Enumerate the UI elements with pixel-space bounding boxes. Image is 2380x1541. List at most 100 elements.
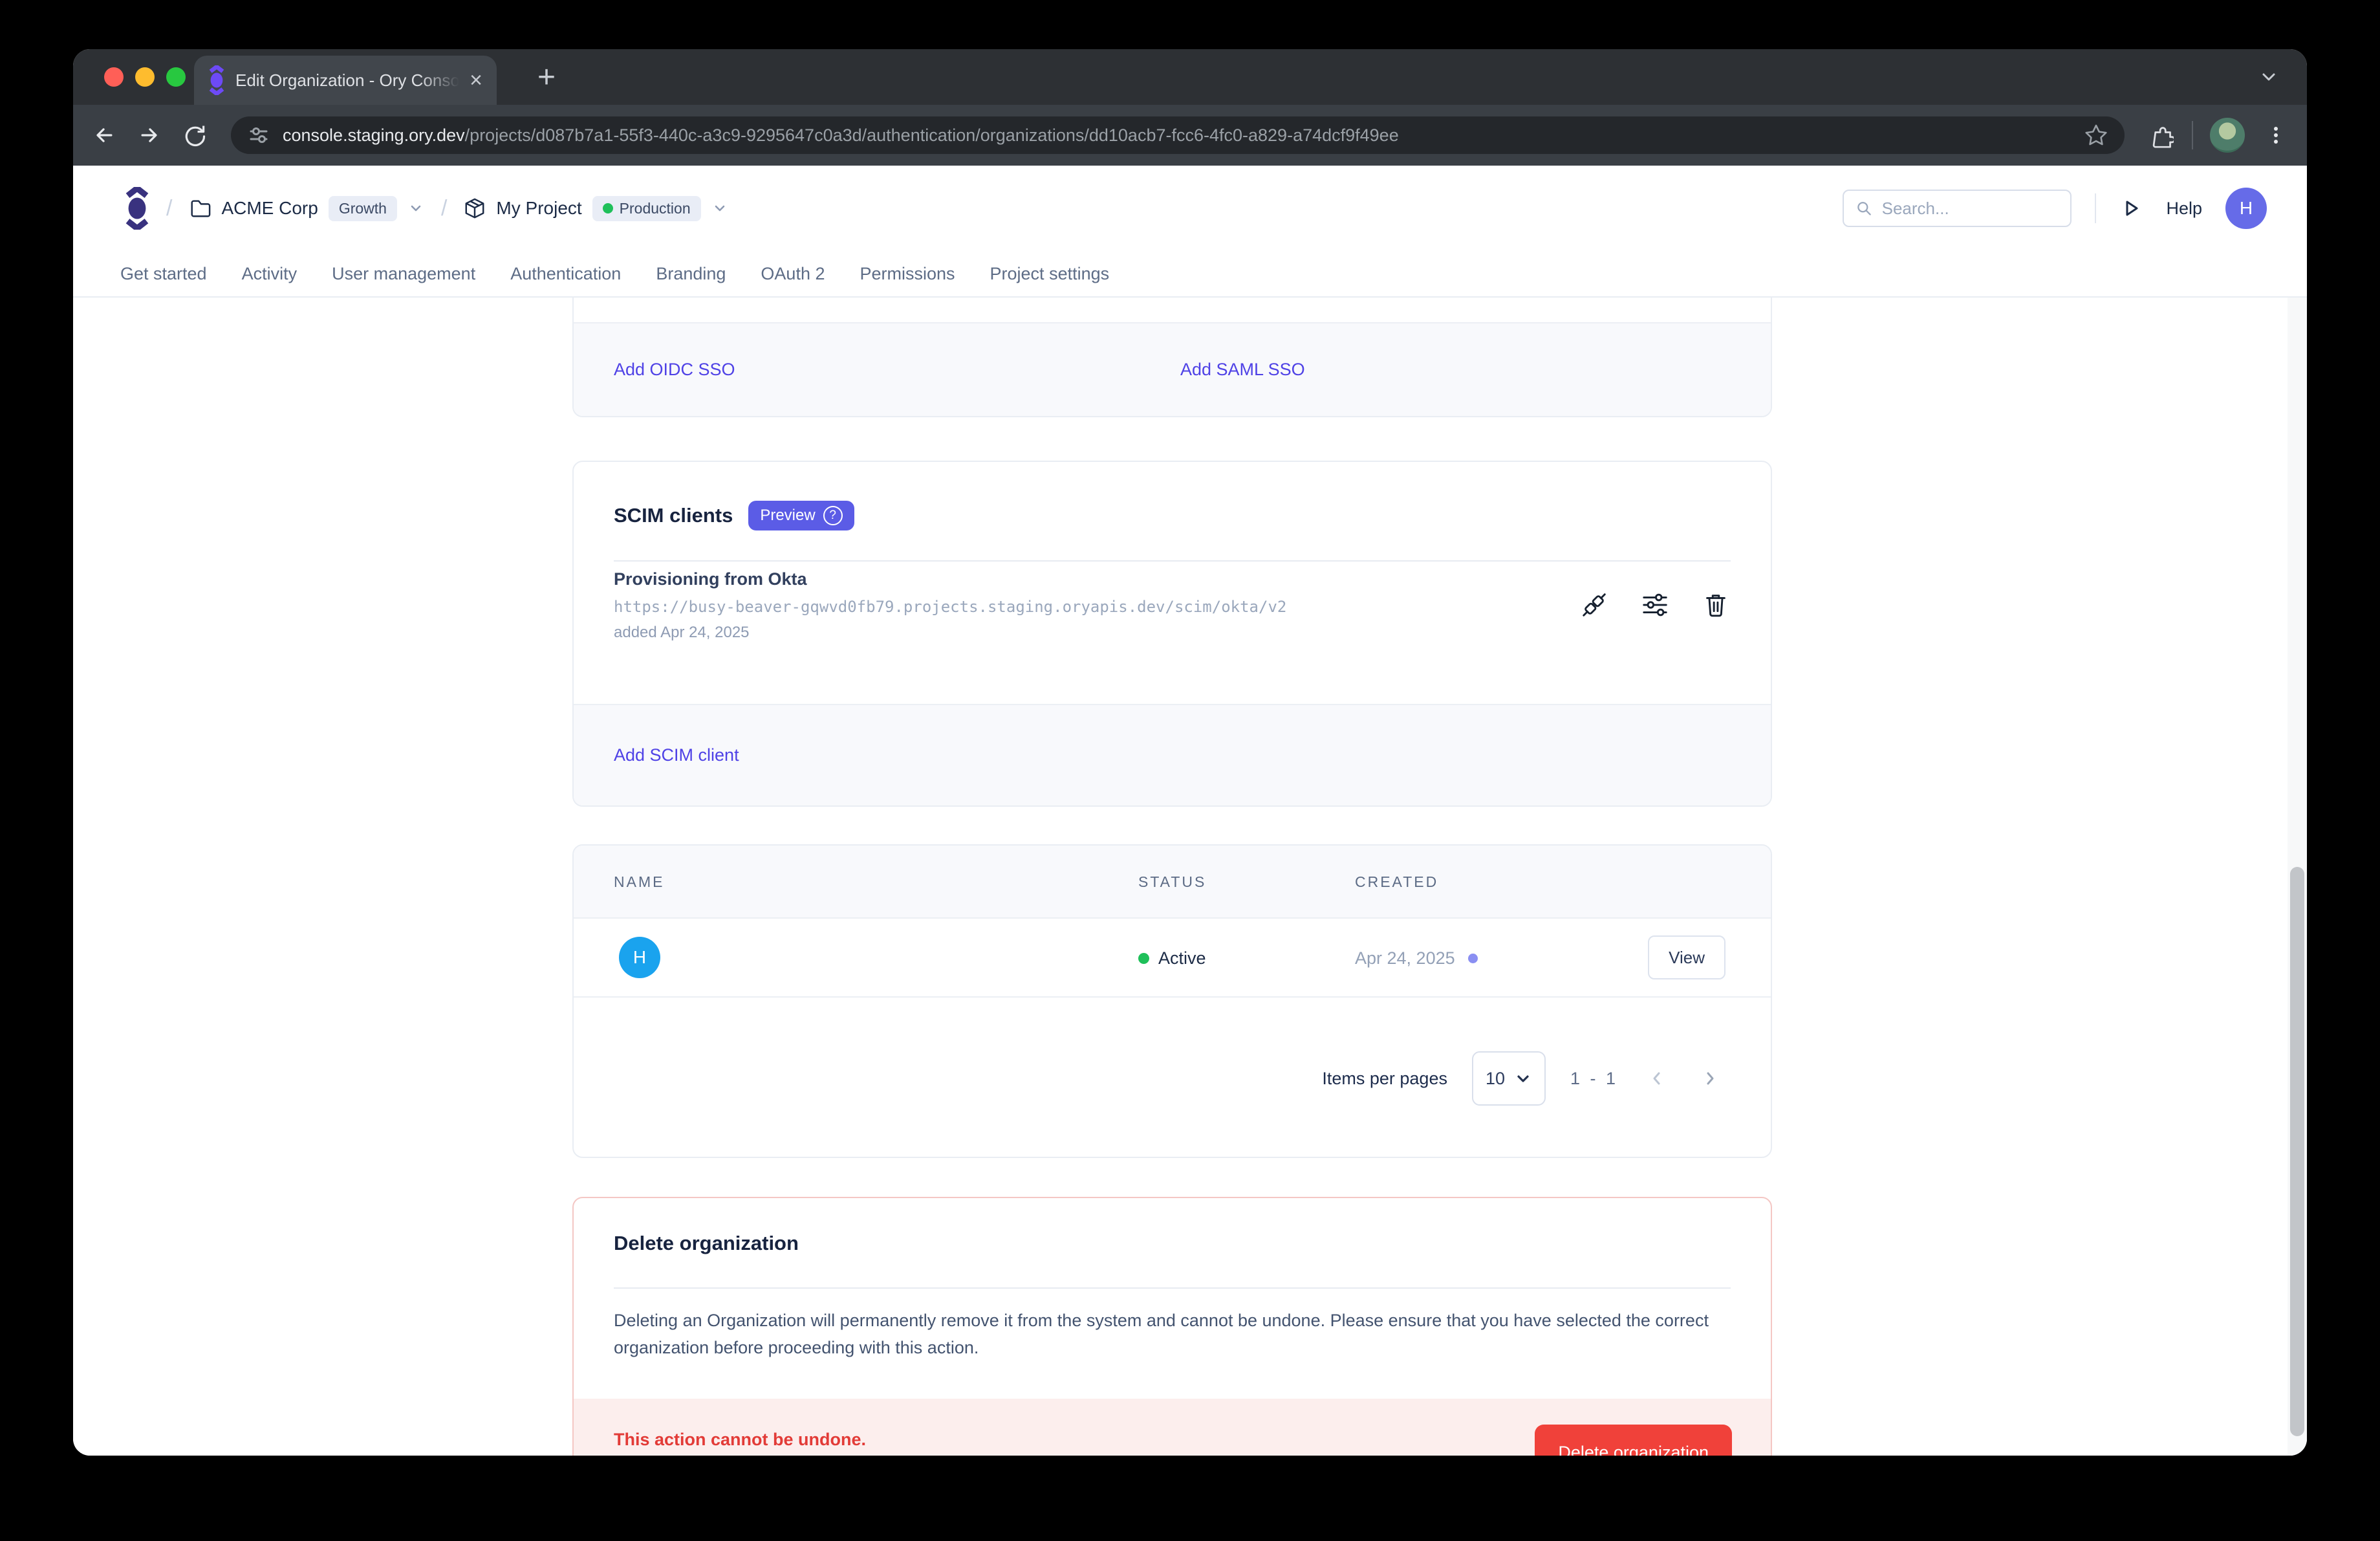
environment-badge: Production: [592, 196, 701, 221]
back-arrow-icon: [91, 122, 117, 148]
delete-client-button[interactable]: [1701, 590, 1731, 620]
project-switcher[interactable]: My Project Production: [464, 196, 728, 221]
nav-item-activity[interactable]: Activity: [242, 264, 298, 284]
browser-menu-button[interactable]: [2262, 121, 2290, 149]
delete-warning-strip: This action cannot be undone. Delete org…: [574, 1399, 1771, 1456]
delete-warning-text: This action cannot be undone.: [614, 1430, 866, 1450]
table-row[interactable]: H Active Apr 24, 2025 View: [574, 919, 1771, 998]
status-dot: [1138, 953, 1149, 964]
url-host: console.staging.ory.dev: [283, 126, 465, 145]
delete-card-divider: [614, 1287, 1731, 1289]
add-saml-sso-link[interactable]: Add SAML SSO: [1180, 360, 1305, 380]
items-per-page-label: Items per pages: [1322, 1069, 1447, 1089]
zoom-window-button[interactable]: [166, 67, 186, 87]
environment-badge-label: Production: [620, 200, 691, 217]
site-info-icon[interactable]: [248, 124, 270, 146]
extensions-button[interactable]: [2147, 121, 2175, 149]
per-page-select[interactable]: 10: [1472, 1051, 1546, 1106]
project-name: My Project: [496, 198, 581, 219]
configure-client-button[interactable]: [1640, 590, 1670, 620]
ory-logo[interactable]: [125, 187, 149, 230]
forward-arrow-icon: [136, 122, 162, 148]
breadcrumb-separator: /: [441, 196, 447, 221]
tab-search-button[interactable]: [2253, 61, 2285, 93]
kebab-menu-icon: [2264, 124, 2288, 147]
package-icon: [464, 197, 486, 219]
search-input[interactable]: [1882, 199, 2059, 219]
nav-item-oauth2[interactable]: OAuth 2: [761, 264, 825, 284]
browser-profile-avatar[interactable]: [2210, 118, 2245, 153]
back-button[interactable]: [90, 121, 118, 149]
play-icon[interactable]: [2119, 197, 2143, 220]
nav-item-authentication[interactable]: Authentication: [510, 264, 621, 284]
scim-card-footer: Add SCIM client: [574, 704, 1771, 805]
per-page-value: 10: [1486, 1069, 1505, 1089]
scrollbar-track[interactable]: [2288, 298, 2307, 1456]
delete-organization-button[interactable]: Delete organization: [1535, 1425, 1732, 1456]
scrollbar-thumb[interactable]: [2290, 867, 2304, 1436]
search-box[interactable]: [1843, 190, 2072, 227]
plan-badge: Growth: [329, 196, 397, 221]
organization-table-card: NAME STATUS CREATED H Active Apr 24, 202…: [572, 844, 1772, 1158]
delete-card-description: Deleting an Organization will permanentl…: [614, 1307, 1739, 1361]
bookmark-star-icon[interactable]: [2084, 124, 2108, 147]
pagination-range: 1 - 1: [1570, 1069, 1618, 1089]
created-cell: Apr 24, 2025: [1355, 919, 1478, 998]
sso-card: Add OIDC SSO Add SAML SSO: [572, 298, 1772, 417]
chevron-down-icon: [711, 200, 728, 217]
preview-badge-label: Preview: [760, 507, 815, 525]
pagination: Items per pages 10 1 - 1: [574, 998, 1771, 1159]
table-header: NAME STATUS CREATED: [574, 846, 1771, 919]
help-circle-icon[interactable]: ?: [823, 506, 843, 525]
column-header-created: CREATED: [1355, 846, 1438, 919]
test-connection-button[interactable]: [1579, 590, 1609, 620]
scim-client-url: https://busy-beaver-gqwvd0fb79.projects.…: [614, 598, 1286, 616]
app-header: / ACME Corp Growth / My Project: [73, 166, 2307, 251]
trash-icon: [1701, 590, 1731, 620]
sso-card-footer: Add OIDC SSO Add SAML SSO: [574, 322, 1771, 416]
page-content: Add OIDC SSO Add SAML SSO SCIM clients P…: [73, 298, 2307, 1456]
tab-title: Edit Organization - Ory Console: [235, 71, 459, 91]
user-avatar[interactable]: H: [2225, 188, 2267, 229]
browser-tab[interactable]: Edit Organization - Ory Console ×: [194, 56, 497, 105]
breadcrumb-separator: /: [166, 196, 172, 221]
add-oidc-sso-link[interactable]: Add OIDC SSO: [614, 360, 735, 380]
column-header-status: STATUS: [1138, 846, 1206, 919]
address-bar[interactable]: console.staging.ory.dev/projects/d087b7a…: [231, 116, 2125, 154]
header-actions: Help H: [1843, 188, 2267, 229]
chevron-down-icon: [2258, 66, 2280, 88]
close-window-button[interactable]: [104, 67, 124, 87]
nav-item-user-management[interactable]: User management: [332, 264, 475, 284]
minimize-window-button[interactable]: [135, 67, 155, 87]
view-button[interactable]: View: [1648, 935, 1726, 979]
toolbar-divider: [2192, 121, 2193, 149]
workspace-name: ACME Corp: [221, 198, 318, 219]
browser-window: Edit Organization - Ory Console × +: [73, 49, 2307, 1456]
workspace-switcher[interactable]: ACME Corp Growth: [189, 196, 424, 221]
new-tab-button[interactable]: +: [526, 60, 567, 96]
chevron-down-icon: [1514, 1069, 1532, 1087]
tab-strip: Edit Organization - Ory Console × +: [73, 49, 2307, 105]
folder-icon: [189, 197, 211, 219]
macos-window-controls: [104, 67, 186, 87]
ory-favicon: [208, 65, 225, 95]
delete-organization-card: Delete organization Deleting an Organiza…: [572, 1197, 1772, 1456]
add-scim-client-link[interactable]: Add SCIM client: [614, 745, 739, 765]
header-divider: [2095, 193, 2096, 223]
nav-item-branding[interactable]: Branding: [656, 264, 726, 284]
project-nav: Get started Activity User management Aut…: [73, 251, 2307, 298]
forward-button[interactable]: [135, 121, 164, 149]
scim-client-added-date: added Apr 24, 2025: [614, 624, 750, 642]
tab-close-icon[interactable]: ×: [470, 69, 482, 91]
nav-item-project-settings[interactable]: Project settings: [990, 264, 1110, 284]
previous-page-button[interactable]: [1643, 1064, 1671, 1093]
scim-card-title: SCIM clients: [614, 504, 733, 527]
url-text: console.staging.ory.dev/projects/d087b7a…: [283, 126, 2072, 146]
next-page-button[interactable]: [1696, 1064, 1724, 1093]
preview-badge[interactable]: Preview ?: [748, 501, 854, 530]
nav-item-permissions[interactable]: Permissions: [860, 264, 955, 284]
help-link[interactable]: Help: [2166, 199, 2202, 219]
reload-button[interactable]: [180, 121, 209, 149]
scim-clients-card: SCIM clients Preview ? Provisioning from…: [572, 461, 1772, 807]
nav-item-get-started[interactable]: Get started: [120, 264, 207, 284]
